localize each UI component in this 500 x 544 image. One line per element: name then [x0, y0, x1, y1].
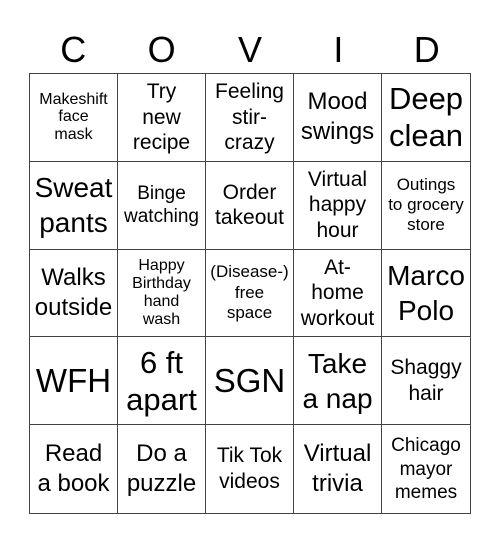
- cell-text: Virtual happy hour: [307, 167, 368, 242]
- bingo-cell[interactable]: 6 ft apart: [118, 337, 206, 426]
- cell-text: Makeshift face mask: [39, 90, 108, 144]
- cell-text: Virtual trivia: [303, 440, 372, 498]
- free-space-cell[interactable]: (Disease-) free space: [206, 249, 294, 338]
- bingo-cell[interactable]: Marco Polo: [382, 250, 470, 338]
- cell-text: Happy Birthday hand wash: [132, 257, 191, 328]
- cell-text: Shaggy hair: [390, 356, 462, 405]
- cell-text: Order takeout: [215, 180, 284, 230]
- cell-text: Deep clean: [388, 81, 464, 154]
- header-letter-v: V: [237, 29, 262, 70]
- cell-text: Sweat pants: [34, 172, 113, 239]
- bingo-cell[interactable]: Feeling stir-crazy: [206, 74, 294, 162]
- bingo-cell[interactable]: Deep clean: [382, 74, 470, 162]
- cell-text: Mood swings: [300, 88, 375, 146]
- cell-text: Marco Polo: [387, 259, 465, 326]
- header-letter-o: O: [147, 29, 176, 70]
- bingo-cell[interactable]: Walks outside: [30, 249, 118, 338]
- cell-text: SGN: [213, 361, 286, 399]
- cell-text: Walks outside: [34, 263, 113, 321]
- bingo-cell[interactable]: Shaggy hair: [382, 337, 470, 426]
- bingo-cell[interactable]: At-home workout: [294, 249, 382, 338]
- bingo-cell[interactable]: Take a nap: [294, 337, 382, 426]
- bingo-cell[interactable]: Order takeout: [206, 161, 294, 250]
- cell-text: WFH: [35, 361, 112, 399]
- cell-text: Feeling stir-crazy: [215, 79, 284, 155]
- bingo-cell[interactable]: Chicago mayor memes: [382, 425, 470, 513]
- cell-text: (Disease-) free space: [210, 262, 289, 323]
- cell-text: Do a puzzle: [126, 440, 197, 498]
- bingo-cell[interactable]: Happy Birthday hand wash: [118, 249, 206, 338]
- header-letter-d: D: [413, 29, 440, 70]
- cell-text: Take a nap: [302, 347, 373, 414]
- bingo-cell[interactable]: Try new recipe: [118, 74, 206, 162]
- bingo-cell[interactable]: Sweat pants: [30, 161, 118, 250]
- bingo-cell[interactable]: Virtual trivia: [294, 425, 382, 513]
- bingo-cell[interactable]: SGN: [206, 337, 294, 426]
- cell-text: Outings to grocery store: [388, 174, 464, 235]
- bingo-cell[interactable]: Outings to grocery store: [382, 162, 470, 250]
- cell-text: Tik Tok videos: [216, 444, 283, 494]
- header-letter-i: I: [333, 29, 344, 70]
- bingo-header: C O V I D: [29, 28, 471, 72]
- cell-text: Read a book: [37, 440, 110, 498]
- bingo-cell[interactable]: WFH: [30, 337, 118, 426]
- bingo-cell[interactable]: Mood swings: [294, 74, 382, 162]
- bingo-cell[interactable]: Makeshift face mask: [30, 74, 118, 162]
- bingo-board: Makeshift face mask Try new recipe Feeling st…: [29, 73, 471, 514]
- cell-text: 6 ft apart: [126, 344, 197, 417]
- bingo-cell[interactable]: Virtual happy hour: [294, 161, 382, 250]
- bingo-cell[interactable]: Binge watching: [118, 161, 206, 250]
- bingo-cell[interactable]: Read a book: [30, 425, 118, 513]
- cell-text: Binge watching: [124, 183, 199, 228]
- bingo-cell[interactable]: Do a puzzle: [118, 425, 206, 513]
- cell-text: Try new recipe: [132, 79, 191, 155]
- cell-text: At-home workout: [300, 255, 375, 330]
- header-letter-c: C: [60, 29, 87, 70]
- bingo-cell[interactable]: Tik Tok videos: [206, 425, 294, 513]
- cell-text: Chicago mayor memes: [391, 435, 461, 503]
